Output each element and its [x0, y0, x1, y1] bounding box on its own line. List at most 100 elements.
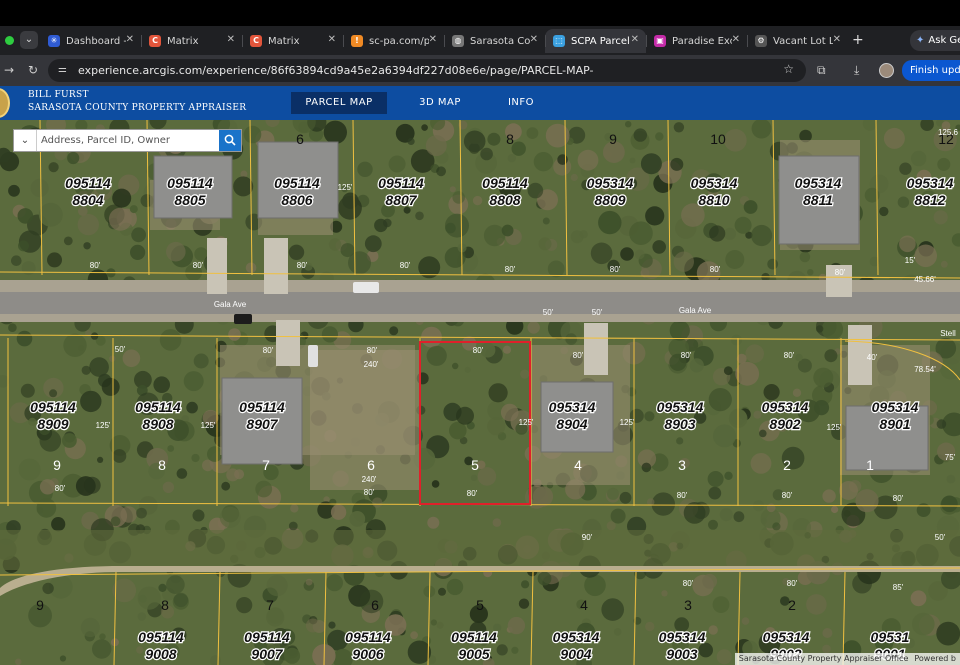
new-tab-icon[interactable]: +	[852, 32, 864, 48]
tree-canopy	[166, 241, 186, 262]
parcel-id-label: 8909	[37, 416, 68, 432]
ask-gemini-button[interactable]: ✦ Ask Ge	[910, 30, 960, 51]
dimension-label: 80'	[367, 346, 378, 355]
tree-canopy	[372, 497, 383, 508]
browser-tab[interactable]: ◍ Sarasota Co ✕	[444, 29, 545, 53]
dimension-label: 125.6	[938, 128, 959, 137]
dimension-label: 80'	[297, 261, 308, 270]
tree-canopy	[613, 628, 622, 636]
lot-number-label: 8	[158, 457, 166, 473]
tree-canopy	[21, 261, 36, 276]
tree-canopy	[716, 649, 732, 665]
tree-canopy	[708, 625, 718, 635]
tree-canopy	[183, 371, 204, 392]
parked-car	[234, 314, 252, 324]
dimension-label: 80'	[893, 494, 904, 503]
tree-canopy	[750, 453, 772, 474]
address-bar[interactable]: ⚌ experience.arcgis.com/experience/86f63…	[48, 59, 806, 82]
parcel-map[interactable]: Gala Ave Gala Ave Stell 095114 8804 095114 880…	[0, 120, 960, 665]
tree-canopy	[641, 462, 652, 473]
lot-number-label: 3	[684, 597, 692, 613]
tree-canopy	[158, 583, 167, 592]
tree-canopy	[49, 389, 58, 398]
dimension-label: 40'	[867, 353, 878, 362]
browser-tab[interactable]: ⬚ SCPA Parcel ✕	[545, 29, 646, 53]
browser-tab[interactable]: ! sc-pa.com/p ✕	[343, 29, 444, 53]
parcel-id-label: 8812	[914, 192, 945, 208]
parcel-id-label: 095114	[30, 399, 76, 415]
browser-tab[interactable]: ⚙ Vacant Lot L ✕	[747, 29, 848, 53]
tree-canopy	[407, 640, 432, 664]
search-input[interactable]	[38, 130, 220, 151]
forward-arrow-icon[interactable]: →	[4, 62, 14, 78]
tree-canopy	[430, 619, 437, 626]
tree-canopy	[129, 205, 138, 214]
tree-canopy	[661, 590, 668, 597]
street-label: Gala Ave	[214, 300, 247, 309]
lot-number-label: 6	[296, 131, 304, 147]
extensions-icon[interactable]: ⧉	[817, 62, 826, 78]
search-button[interactable]	[219, 130, 241, 151]
bookmark-star-icon[interactable]: ☆	[783, 62, 794, 76]
nav-tab-info[interactable]: INFO	[493, 92, 549, 114]
tree-canopy	[607, 487, 619, 500]
download-icon[interactable]: ⤓	[854, 62, 859, 78]
tab-close-icon[interactable]: ✕	[429, 34, 437, 45]
tree-canopy	[707, 471, 724, 487]
site-info-icon[interactable]: ⚌	[58, 63, 72, 77]
tree-canopy	[734, 216, 752, 234]
tab-close-icon[interactable]: ✕	[631, 34, 639, 45]
tab-close-icon[interactable]: ✕	[833, 34, 841, 45]
finish-update-button[interactable]: Finish updat	[902, 60, 960, 81]
tab-close-icon[interactable]: ✕	[126, 34, 134, 45]
lot-number-label: 4	[574, 457, 582, 473]
dimension-label: 50'	[592, 308, 603, 317]
parcel-id-label: 8904	[556, 416, 587, 432]
address-url[interactable]: experience.arcgis.com/experience/86f6389…	[78, 63, 594, 78]
cleared-lot-patch	[310, 350, 420, 490]
tree-canopy	[816, 325, 824, 333]
window-dot-icon[interactable]	[5, 36, 14, 45]
browser-window: ⌄ ✳ Dashboard - ✕ C Matrix ✕ C Matrix ✕! sc-pa.co…	[0, 0, 960, 665]
parcel-id-label: 8902	[769, 416, 800, 432]
tree-canopy	[651, 492, 675, 516]
parcel-id-label: 095114	[378, 175, 424, 191]
parcel-id-label: 095314	[872, 399, 919, 415]
tree-canopy	[219, 506, 241, 528]
tree-canopy	[763, 384, 780, 401]
tree-canopy	[897, 196, 910, 208]
tab-close-icon[interactable]: ✕	[530, 34, 538, 45]
profile-avatar[interactable]	[879, 63, 894, 78]
tree-canopy	[329, 498, 337, 506]
tree-canopy	[97, 456, 104, 463]
reload-icon[interactable]: ↻	[28, 62, 38, 78]
tree-canopy	[824, 349, 838, 363]
tree-canopy	[326, 574, 343, 592]
browser-tab[interactable]: ▣ Paradise Exc ✕	[646, 29, 747, 53]
browser-tab[interactable]: ✳ Dashboard - ✕	[40, 29, 141, 53]
tab-search-icon[interactable]: ⌄	[20, 31, 38, 49]
gemini-spark-icon: ✦	[916, 35, 925, 46]
map-canvas[interactable]: Gala AveGala AveStell0951148804095114880…	[0, 120, 960, 665]
tree-canopy	[328, 238, 342, 251]
tree-canopy	[598, 210, 622, 235]
tree-canopy	[936, 419, 947, 429]
search-source-chevron-down-icon[interactable]: ⌄	[14, 130, 37, 151]
tree-canopy	[813, 367, 834, 388]
dimension-label: 80'	[784, 351, 795, 360]
browser-tab[interactable]: C Matrix ✕	[141, 29, 242, 53]
lot-number-label: 4	[580, 597, 588, 613]
tree-canopy	[415, 211, 424, 221]
parcel-id-label: 095114	[451, 629, 497, 645]
tab-close-icon[interactable]: ✕	[328, 34, 336, 45]
browser-tab[interactable]: C Matrix ✕	[242, 29, 343, 53]
street-label: Stell	[940, 329, 956, 338]
tree-canopy	[407, 137, 415, 145]
tree-canopy	[59, 655, 67, 662]
nav-tab-parcel-map[interactable]: PARCEL MAP	[291, 92, 387, 114]
tab-close-icon[interactable]: ✕	[732, 34, 740, 45]
tree-canopy	[719, 508, 733, 522]
tree-canopy	[655, 132, 664, 141]
tab-close-icon[interactable]: ✕	[227, 34, 235, 45]
nav-tab-3d-map[interactable]: 3D MAP	[387, 92, 493, 114]
